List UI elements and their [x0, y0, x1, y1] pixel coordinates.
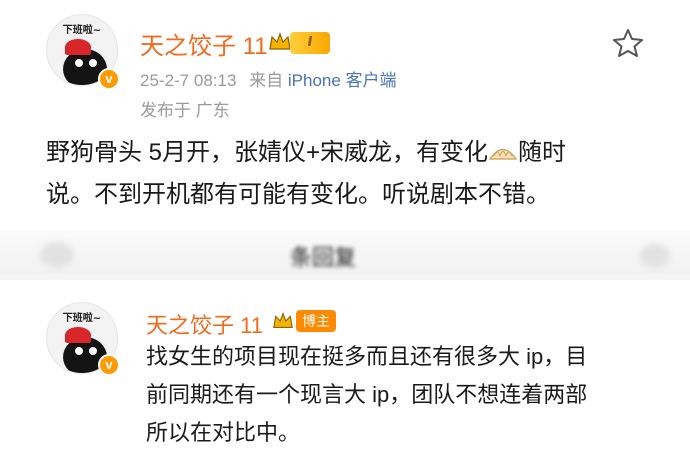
post-body-line: 说。不到开机都有可能有变化。听说剧本不错。 [46, 181, 550, 208]
comment-item: 下班啦~ v 天之饺子 11 博主 找女生的项目现在挺多而且还有很多大 ip，目… [0, 280, 690, 464]
post-location: 发布于 广东 [140, 101, 230, 120]
comment-line: 找女生的项目现在挺多而且还有很多大 ip，目 [146, 344, 588, 369]
blurred-icon [640, 244, 670, 268]
crown-icon [269, 32, 291, 50]
post-body-line: 野狗骨头 5月开，张婧仪+宋威龙，有变化 随时 [46, 132, 656, 174]
collapsed-reply-bar[interactable]: 条回复 [0, 230, 690, 274]
blogger-badge: 博主 [296, 310, 336, 332]
avatar-santa-hat [65, 327, 91, 343]
source-prefix: 来自 [249, 71, 284, 90]
comment-line: 所以在对比中。 [146, 420, 301, 445]
dumpling-emoji-icon [488, 148, 518, 160]
weibo-post: 下班啦~ v 天之饺子 11 I 25-2-7 08:13 来自 iPhone … [0, 0, 690, 230]
post-body-text: 随时 [518, 139, 567, 166]
post-timestamp: 25-2-7 08:13 [140, 71, 237, 90]
blurred-icon [40, 242, 74, 268]
avatar-eye [89, 347, 97, 355]
avatar-eye [75, 347, 83, 355]
star-outline-icon[interactable] [612, 28, 644, 58]
member-level-badge: I [290, 32, 330, 54]
post-body-text: 野狗骨头 5月开，张婧仪+宋威龙，有变化 [46, 139, 489, 166]
avatar-eye [89, 59, 97, 67]
avatar-caption: 下班啦~ [62, 25, 102, 36]
comment-line: 前同期还有一个现言大 ip，团队不想连着两部 [146, 382, 588, 407]
comment-body: 找女生的项目现在挺多而且还有很多大 ip，目 前同期还有一个现言大 ip，团队不… [146, 338, 656, 452]
avatar-caption: 下班啦~ [62, 313, 102, 324]
post-meta: 25-2-7 08:13 来自 iPhone 客户端 [140, 66, 397, 91]
avatar-santa-hat [65, 39, 91, 55]
verified-badge-icon: v [98, 354, 120, 376]
reply-count-text: 条回复 [290, 246, 357, 271]
avatar-eye [75, 59, 83, 67]
source-device-link[interactable]: iPhone 客户端 [288, 71, 397, 90]
crown-icon [273, 312, 293, 328]
verified-badge-icon: v [98, 68, 120, 90]
post-body: 野狗骨头 5月开，张婧仪+宋威龙，有变化 随时 说。不到开机都有可能有变化。听说… [46, 132, 656, 216]
author-name[interactable]: 天之饺子 11 [140, 26, 268, 61]
commenter-name[interactable]: 天之饺子 11 [146, 308, 263, 340]
